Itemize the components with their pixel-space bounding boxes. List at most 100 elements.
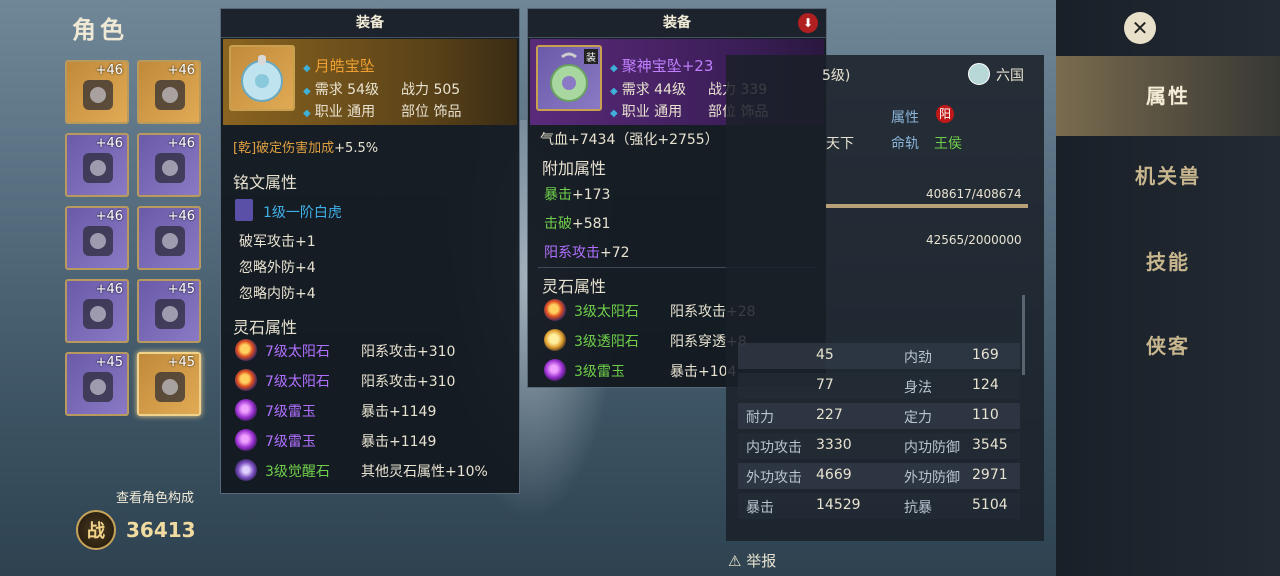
page-title: 角色 [72,16,128,44]
stat-cell: 3545 [972,437,1008,453]
slot-level: +45 [95,355,123,370]
stat-cell: 227 [816,407,843,423]
armor-icon [155,153,185,183]
item-tooltip-left: 装备 ◆ 月皓宝坠 ◆ 需求 54级 战力 505 ◆ 职业 通用 部位 饰品 [乾]… [220,8,520,494]
gem-title: 灵石属性 [542,277,607,296]
gem-name: 7级雷玉 [265,404,316,420]
stat-cell: 内功攻击 [746,440,802,456]
equipment-slot[interactable]: +45 [65,352,129,416]
necklace-icon [155,299,185,329]
slot-level: +46 [95,209,123,224]
bow-icon [155,80,185,110]
item-name: 聚神宝坠+23 [621,57,714,75]
gem-effect: 阳系攻击+310 [361,374,456,390]
stat-cell: 2971 [972,467,1008,483]
stat-cell: 暴击 [746,500,774,516]
combat-power-icon: 战 [76,510,116,550]
gem-effect: 阳系攻击+310 [361,344,456,360]
element-badge: 阳 [936,105,954,123]
stat-cell: 169 [972,347,999,363]
slot-level: +46 [167,209,195,224]
equipment-slot[interactable]: +46 [137,60,201,124]
belt-icon [83,153,113,183]
hp-bar [826,204,1028,208]
stat-cell: 外功攻击 [746,470,802,486]
equipped-badge: 装 [584,49,598,64]
base-stat: 气血+7434（强化+2755） [540,132,719,148]
slot-level: +46 [95,136,123,151]
stat-cell: 5104 [972,497,1008,513]
extra-title: 附加属性 [542,159,607,178]
extra-stat: 击破+581 [544,216,611,232]
pendant-icon [155,372,185,402]
gem-icon [544,329,566,351]
gem-title: 灵石属性 [233,318,298,337]
gem-name: 3级觉醒石 [265,464,330,480]
gem-icon [544,299,566,321]
combat-power: 战 36413 [76,508,226,552]
stat-cell: 定力 [904,410,932,426]
tab-attributes[interactable]: 属性 [1056,56,1280,136]
gem-name: 3级透阳石 [574,334,639,350]
gem-name: 7级太阳石 [265,374,330,390]
equipment-slot[interactable]: +46 [65,279,129,343]
stat-cell: 耐力 [746,410,774,426]
stat-cell: 45 [816,347,834,363]
slot-level: +46 [167,63,195,78]
equipment-slot[interactable]: +46 [137,206,201,270]
stat-cell: 77 [816,377,834,393]
gem-effect: 暴击+1149 [361,434,437,450]
stat-cell: 124 [972,377,999,393]
slot-level: +46 [95,282,123,297]
right-nav: 属性 机关兽 技能 侠客 [1056,0,1280,576]
view-composition-link[interactable]: 查看角色构成 [116,487,194,506]
gem-icon [235,429,257,451]
hp-value: 408617/408674 [926,187,1022,201]
equipment-slot[interactable]: +46 [137,133,201,197]
gem-icon [235,399,257,421]
gauntlet-icon [83,299,113,329]
slot-level: +46 [95,63,123,78]
equipment-slot[interactable]: +45 [137,279,201,343]
boots-icon [155,226,185,256]
gem-icon [235,369,257,391]
stat-cell: 110 [972,407,999,423]
slot-level: +45 [167,355,195,370]
extra-stat: 阳系攻击+72 [544,245,630,261]
close-button[interactable]: ✕ [1124,12,1156,44]
downgrade-arrow-icon: ⬇ [798,13,818,33]
warning-icon: ⚠ [728,552,742,570]
stats-panel: 5级) 六国 属性 阳 天下 命轨 王侯 408617/408674 42565… [726,55,1044,541]
extra-stat: 暴击+173 [544,187,611,203]
item-name: 月皓宝坠 [314,57,375,75]
gem-name: 7级雷玉 [265,434,316,450]
equipment-slot[interactable]: +46 [65,206,129,270]
tab-mechanical-beast[interactable]: 机关兽 [1056,160,1280,189]
bracer-icon [83,226,113,256]
gem-name: 3级太阳石 [574,304,639,320]
combat-power-value: 36413 [126,518,196,542]
pendant-icon [229,45,295,111]
item-header: ◆ 月皓宝坠 ◆ 需求 54级 战力 505 ◆ 职业 通用 部位 饰品 [223,39,517,125]
gem-icon [544,359,566,381]
inscription-title: 铭文属性 [233,173,298,192]
inscription-icon [235,199,253,221]
stat-cell: 14529 [816,497,861,513]
scrollbar[interactable] [1022,295,1025,375]
report-button[interactable]: ⚠ 举报 [728,550,776,571]
stat-cell: 外功防御 [904,470,960,486]
equipment-slot[interactable]: +46 [65,60,129,124]
stat-cell: 3330 [816,437,852,453]
stat-cell: 身法 [904,380,932,396]
gem-icon [235,459,257,481]
stat-cell: 内劲 [904,350,932,366]
tab-skills[interactable]: 技能 [1056,246,1280,275]
exp-value: 42565/2000000 [926,233,1022,247]
tooltip-header: 装备 [221,9,519,38]
gem-name: 3级雷玉 [574,364,625,380]
gem-icon [235,339,257,361]
equipment-slot[interactable]: +45 [137,352,201,416]
equipment-slot[interactable]: +46 [65,133,129,197]
tab-companions[interactable]: 侠客 [1056,330,1280,359]
stat-cell: 4669 [816,467,852,483]
